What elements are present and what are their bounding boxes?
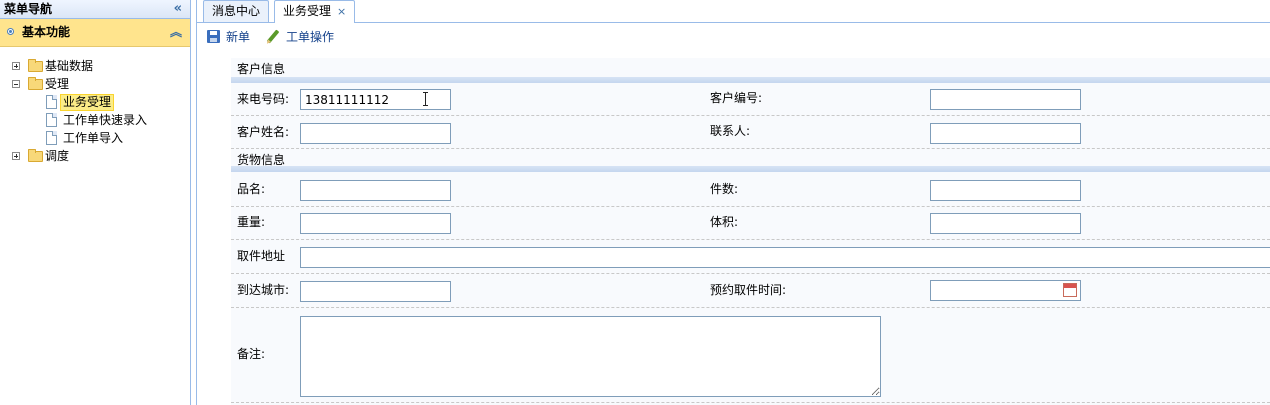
customer-name-label: 客户姓名: [237,125,290,139]
collapse-icon[interactable] [12,80,20,88]
calendar-icon[interactable] [1063,283,1077,297]
tab-label: 消息中心 [212,4,261,18]
acceptance-form: 客户信息 来电号码: 客户编号: 客户姓名: 联系人: 货物信息 品名: 件数:… [231,58,1270,405]
content-area: 客户信息 来电号码: 客户编号: 客户姓名: 联系人: 货物信息 品名: 件数:… [197,49,1270,405]
tab-label: 业务受理 [283,4,332,18]
pickup-address-input[interactable] [300,247,1270,268]
tree-node-label[interactable]: 调度 [45,147,69,165]
tree-node-business-acceptance[interactable]: 业务受理 [0,93,190,111]
appointment-time-input[interactable] [930,280,1081,301]
tree-node-label[interactable]: 工作单导入 [63,129,123,147]
file-icon [46,95,57,109]
customer-no-input[interactable] [930,89,1081,110]
pickup-address-label: 取件地址 [237,249,286,263]
folder-open-icon [28,77,43,90]
tab-business-acceptance[interactable]: 业务受理 × [274,0,356,23]
folder-icon [28,59,43,72]
tree-node-dispatch[interactable]: 调度 [0,147,190,165]
row-separator [231,273,1270,274]
remarks-textarea[interactable] [300,316,881,397]
accordion-collapse-icon[interactable]: ︽ [170,19,182,46]
navigation-panel: 菜单导航 « 基本功能 ︽ 基础数据 受理 业务受理 工作单快速录入 工作单导入… [0,0,191,405]
navigation-panel-title: 菜单导航 [4,2,53,16]
tree-node-workorder-import[interactable]: 工作单导入 [0,129,190,147]
row-separator [231,148,1270,149]
phone-label: 来电号码: [237,92,290,106]
customer-no-label: 客户编号: [710,91,763,105]
toolbar: 新单 工单操作 [197,23,1270,49]
new-order-button[interactable]: 新单 [207,28,253,46]
tree-node-acceptance[interactable]: 受理 [0,75,190,93]
dest-city-label: 到达城市: [237,283,290,297]
new-order-label: 新单 [226,30,251,44]
dest-city-input[interactable] [300,281,451,302]
volume-input[interactable] [930,213,1081,234]
file-icon [46,113,57,127]
tab-bar: 消息中心 业务受理 × [197,0,1270,23]
tab-message-center[interactable]: 消息中心 [203,0,270,22]
workorder-operation-label: 工单操作 [286,30,335,44]
product-name-label: 品名: [237,182,266,196]
pieces-label: 件数: [710,182,739,196]
row-separator [231,239,1270,240]
customer-name-input[interactable] [300,123,451,144]
tree-node-basic-data[interactable]: 基础数据 [0,57,190,75]
tree-node-label[interactable]: 基础数据 [45,57,93,75]
volume-label: 体积: [710,215,739,229]
accordion-dot-icon [7,28,14,35]
expand-icon[interactable] [12,152,20,160]
row-separator [231,307,1270,308]
contact-label: 联系人: [710,124,751,138]
weight-label: 重量: [237,215,266,229]
remarks-label: 备注: [237,347,266,361]
accordion-header-basic-functions[interactable]: 基本功能 ︽ [0,19,190,47]
pieces-input[interactable] [930,180,1081,201]
folder-icon [28,149,43,162]
accordion-title: 基本功能 [22,25,71,39]
pencil-icon [266,29,280,44]
product-name-input[interactable] [300,180,451,201]
close-icon[interactable]: × [337,5,346,18]
row-separator [231,206,1270,207]
tree-node-label-selected[interactable]: 业务受理 [60,94,115,111]
section-divider [231,77,1270,83]
tree-node-label[interactable]: 受理 [45,75,69,93]
tree-node-label[interactable]: 工作单快速录入 [63,111,147,129]
text-cursor-icon [423,92,429,106]
row-separator [231,402,1270,403]
collapse-left-icon[interactable]: « [174,0,182,18]
weight-input[interactable] [300,213,451,234]
expand-icon[interactable] [12,62,20,70]
file-icon [46,131,57,145]
row-separator [231,115,1270,116]
appointment-time-label: 预约取件时间: [710,283,787,297]
workorder-operation-button[interactable]: 工单操作 [266,28,337,46]
save-icon [207,30,220,43]
navigation-panel-header: 菜单导航 « [0,0,190,19]
contact-input[interactable] [930,123,1081,144]
section-divider [231,166,1270,172]
section-title-customer: 客户信息 [237,62,286,76]
tree-node-quick-entry[interactable]: 工作单快速录入 [0,111,190,129]
